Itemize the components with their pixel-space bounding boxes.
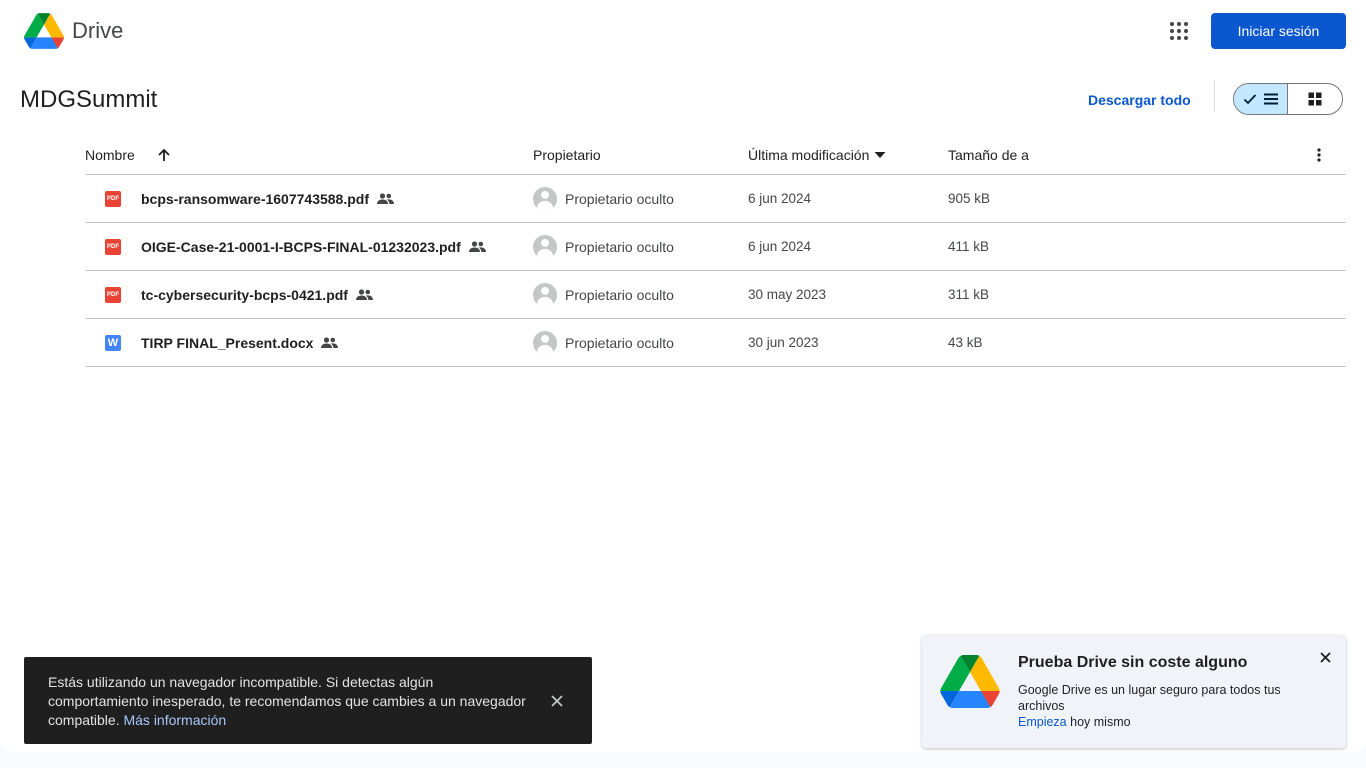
caret-down-icon [874, 151, 886, 158]
drive-logo-icon [24, 13, 64, 49]
view-toggle [1233, 83, 1343, 115]
column-name[interactable]: Nombre [85, 134, 171, 175]
avatar [533, 186, 557, 211]
column-modified-label: Última modificación [748, 146, 870, 163]
owner-cell: Propietario oculto [533, 271, 674, 318]
close-icon [551, 695, 563, 707]
column-name-label: Nombre [85, 146, 135, 163]
promo-suffix: hoy mismo [1070, 715, 1131, 729]
pdf-file-icon: PDF [105, 238, 121, 255]
google-apps-button[interactable] [1163, 15, 1195, 47]
download-all-button[interactable]: Descargar todo [1080, 84, 1199, 116]
modified-cell: 6 jun 2024 [748, 239, 812, 254]
people-icon [321, 337, 339, 348]
snackbar-message: Estás utilizando un navegador incompatib… [48, 674, 526, 728]
learn-more-link[interactable]: Más información [123, 712, 226, 728]
size-cell: 411 kB [948, 239, 990, 254]
file-name-cell: W TIRP FINAL_Present.docx [105, 319, 339, 366]
size-cell: 43 kB [948, 335, 983, 350]
grid-view-button[interactable] [1288, 84, 1342, 114]
top-bar: Drive Iniciar sesión [0, 0, 1366, 62]
promo-description: Google Drive es un lugar seguro para tod… [1018, 683, 1281, 713]
owner-name: Propietario oculto [565, 334, 674, 351]
browser-warning-snackbar: Estás utilizando un navegador incompatib… [24, 657, 592, 744]
signin-button[interactable]: Iniciar sesión [1211, 13, 1346, 49]
pdf-file-icon: PDF [105, 286, 121, 303]
apps-grid-icon [1170, 22, 1188, 40]
promo-body: Google Drive es un lugar seguro para tod… [1018, 682, 1318, 730]
more-vert-icon [1317, 147, 1321, 162]
table-row[interactable]: W TIRP FINAL_Present.docx Propietario ocul… [85, 319, 1346, 367]
snackbar-close-button[interactable] [547, 691, 567, 711]
owner-name: Propietario oculto [565, 286, 674, 303]
owner-cell: Propietario oculto [533, 223, 674, 270]
owner-cell: Propietario oculto [533, 319, 674, 366]
page-title: MDGSummit [20, 86, 158, 113]
promo-close-button[interactable] [1316, 648, 1334, 666]
avatar [533, 330, 557, 355]
people-icon [377, 193, 394, 204]
column-modified[interactable]: Última modificación [748, 134, 886, 175]
table-header: Nombre Propietario Última modificación T… [85, 134, 1346, 175]
try-drive-promo: Prueba Drive sin coste alguno Google Dri… [922, 635, 1346, 748]
column-owner[interactable]: Propietario [533, 134, 601, 175]
grid-view-icon [1308, 92, 1322, 106]
people-icon [355, 289, 373, 300]
column-size[interactable]: Tamaño de a [948, 134, 1029, 175]
table-row[interactable]: PDF tc-cybersecurity-bcps-0421.pdf Propiet… [85, 271, 1346, 319]
promo-title: Prueba Drive sin coste alguno [1018, 654, 1248, 671]
arrow-up-icon[interactable] [157, 148, 171, 162]
app-name: Drive [72, 18, 124, 43]
drive-brand[interactable]: Drive [24, 13, 123, 49]
list-view-button[interactable] [1234, 84, 1289, 114]
check-icon [1243, 94, 1256, 105]
owner-cell: Propietario oculto [533, 175, 674, 222]
list-view-icon [1263, 93, 1278, 105]
get-started-link[interactable]: Empieza [1018, 715, 1067, 729]
toolbar-divider [1214, 80, 1215, 112]
owner-name: Propietario oculto [565, 238, 674, 255]
file-name[interactable]: tc-cybersecurity-bcps-0421.pdf [141, 287, 348, 303]
table-row[interactable]: PDF bcps-ransomware-1607743588.pdf Propiet… [85, 175, 1346, 223]
close-icon [1319, 651, 1331, 663]
size-cell: 905 kB [948, 191, 991, 206]
owner-name: Propietario oculto [565, 190, 674, 207]
doc-file-icon: W [105, 334, 121, 351]
size-cell: 311 kB [948, 287, 990, 302]
drive-logo-icon [940, 655, 1000, 713]
table-row[interactable]: PDF OIGE-Case-21-0001-I-BCPS-FINAL-012320… [85, 223, 1346, 271]
modified-cell: 30 may 2023 [748, 287, 827, 302]
file-name-cell: PDF tc-cybersecurity-bcps-0421.pdf [105, 271, 373, 318]
pdf-file-icon: PDF [105, 190, 121, 207]
file-table: Nombre Propietario Última modificación T… [85, 134, 1346, 367]
file-name-cell: PDF bcps-ransomware-1607743588.pdf [105, 175, 394, 222]
table-body: PDF bcps-ransomware-1607743588.pdf Propiet… [85, 175, 1346, 367]
file-name[interactable]: bcps-ransomware-1607743588.pdf [141, 191, 369, 207]
file-name-cell: PDF OIGE-Case-21-0001-I-BCPS-FINAL-012320… [105, 223, 486, 270]
file-name[interactable]: OIGE-Case-21-0001-I-BCPS-FINAL-01232023.… [141, 239, 461, 255]
file-name[interactable]: TIRP FINAL_Present.docx [141, 335, 313, 351]
avatar [533, 282, 557, 307]
avatar [533, 234, 557, 259]
more-options-button[interactable] [1307, 134, 1331, 175]
modified-cell: 30 jun 2023 [748, 335, 819, 350]
people-icon [468, 241, 486, 252]
modified-cell: 6 jun 2024 [748, 191, 812, 206]
